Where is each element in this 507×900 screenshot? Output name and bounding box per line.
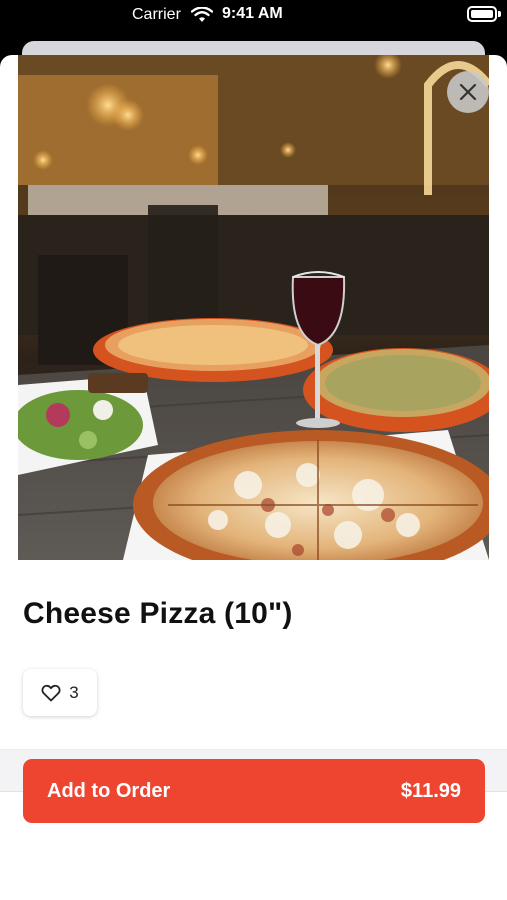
like-button[interactable]: 3 xyxy=(23,669,97,716)
wifi-icon xyxy=(191,7,213,22)
add-to-order-label: Add to Order xyxy=(47,779,171,802)
item-title: Cheese Pizza (10") xyxy=(23,597,293,630)
like-count: 3 xyxy=(69,682,79,702)
item-photo xyxy=(18,55,489,560)
clock: 9:41 AM xyxy=(222,5,283,22)
status-bar: Carrier 9:41 AM xyxy=(0,0,507,40)
add-to-order-button[interactable]: Add to Order $11.99 xyxy=(23,759,485,823)
carrier-label: Carrier xyxy=(132,6,181,23)
close-button[interactable] xyxy=(447,71,489,113)
battery-icon xyxy=(467,6,501,22)
close-icon xyxy=(459,83,477,101)
item-price: $11.99 xyxy=(400,779,461,802)
heart-icon xyxy=(41,684,61,701)
pizza-photo xyxy=(18,55,489,560)
